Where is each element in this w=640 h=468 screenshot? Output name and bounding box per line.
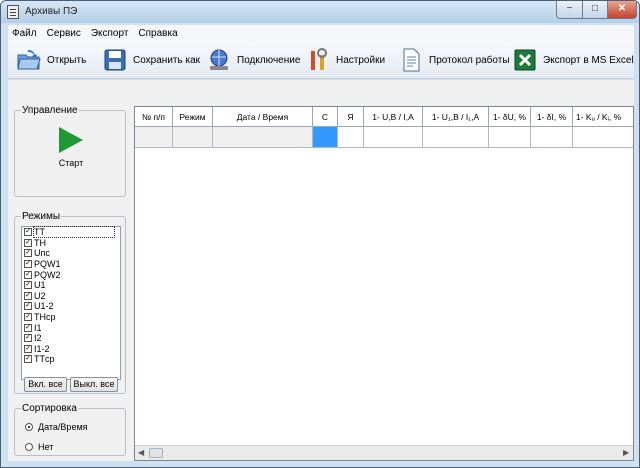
mode-item-i2[interactable]: ✓ I2 xyxy=(22,333,120,344)
checkbox-checked-icon[interactable]: ✓ xyxy=(24,355,32,364)
control-group-title: Управление xyxy=(21,105,79,116)
menu-bar: Файл Сервис Экспорт Справка xyxy=(8,25,634,41)
connect-label: Подключение xyxy=(237,54,301,66)
protocol-button[interactable]: Протокол работы xyxy=(398,46,510,74)
checkbox-checked-icon[interactable]: ✓ xyxy=(24,228,32,237)
mode-item-i1-2[interactable]: ✓ I1-2 xyxy=(22,344,120,355)
open-label: Открыть xyxy=(47,54,87,66)
settings-button[interactable]: Настройки xyxy=(305,46,385,74)
mode-item-u2[interactable]: ✓ U2 xyxy=(22,291,120,302)
checkbox-checked-icon[interactable]: ✓ xyxy=(24,323,32,332)
document-icon xyxy=(398,47,424,73)
mode-item-pqw2[interactable]: ✓ PQW2 xyxy=(22,269,120,280)
col-header-u-i[interactable]: 1- U,В / I,А xyxy=(364,107,423,127)
col-header-s[interactable]: С xyxy=(313,107,338,127)
mode-item-i1[interactable]: ✓ I1 xyxy=(22,322,120,333)
tools-icon xyxy=(305,47,331,73)
connection-icon xyxy=(206,47,232,73)
col-header-ya[interactable]: Я xyxy=(338,107,364,127)
col-header-di[interactable]: 1- δI, % xyxy=(531,107,573,127)
col-header-u1-i1[interactable]: 1- U₁,В / I₁,А xyxy=(423,107,489,127)
scroll-left-icon[interactable]: ◀ xyxy=(138,448,144,457)
close-button[interactable]: ✕ xyxy=(607,1,637,19)
main-area: Управление Старт Режимы ✓ ТТ ✓ ТН ✓ Uпс ✓ PQ… xyxy=(8,80,634,461)
excel-icon xyxy=(512,47,538,73)
excel-export-label: Экспорт в MS Excel xyxy=(543,54,634,66)
grid-cell[interactable] xyxy=(213,127,313,148)
checkbox-checked-icon[interactable]: ✓ xyxy=(24,302,32,311)
grid-cell[interactable] xyxy=(364,127,423,148)
save-as-label: Сохранить как xyxy=(133,54,201,66)
grid-cell[interactable] xyxy=(338,127,364,148)
grid-cell[interactable] xyxy=(135,127,173,148)
col-header-k[interactable]: 1- Kᵤ / Kᵢ, % xyxy=(573,107,633,127)
grid-cell[interactable] xyxy=(173,127,213,148)
checkbox-checked-icon[interactable]: ✓ xyxy=(24,291,32,300)
checkbox-checked-icon[interactable]: ✓ xyxy=(24,334,32,343)
mode-item-u1[interactable]: ✓ U1 xyxy=(22,280,120,291)
data-grid[interactable]: № п/п Режим Дата / Время С Я 1- U,В / I,… xyxy=(134,106,634,461)
app-icon xyxy=(7,5,19,19)
floppy-disk-icon xyxy=(102,47,128,73)
title-bar[interactable]: Архивы ПЭ − □ ✕ xyxy=(1,1,639,23)
menu-export[interactable]: Экспорт xyxy=(91,28,129,39)
horizontal-scrollbar[interactable]: ◀ ▶ xyxy=(135,445,633,460)
window-title: Архивы ПЭ xyxy=(25,6,78,17)
grid-cell[interactable] xyxy=(489,127,531,148)
excel-export-button[interactable]: Экспорт в MS Excel xyxy=(512,46,634,74)
mode-item-tn[interactable]: ✓ ТН xyxy=(22,238,120,249)
control-group: Управление Старт xyxy=(14,105,127,197)
sort-none-radio[interactable]: Нет xyxy=(25,442,53,452)
play-icon[interactable] xyxy=(59,127,83,153)
settings-label: Настройки xyxy=(336,54,386,66)
open-button[interactable]: Открыть xyxy=(16,46,86,74)
checkbox-checked-icon[interactable]: ✓ xyxy=(24,281,32,290)
sort-group-title: Сортировка xyxy=(21,403,78,414)
mode-item-u1-2[interactable]: ✓ U1-2 xyxy=(22,301,120,312)
scroll-right-icon[interactable]: ▶ xyxy=(623,448,629,457)
grid-cell[interactable] xyxy=(531,127,573,148)
mode-item-ttsr[interactable]: ✓ TTср xyxy=(22,354,120,365)
col-header-du[interactable]: 1- δU, % xyxy=(489,107,531,127)
mode-item-thsr[interactable]: ✓ THср xyxy=(22,312,120,323)
connect-button[interactable]: Подключение xyxy=(206,46,300,74)
open-folder-icon xyxy=(16,47,42,73)
col-header-number[interactable]: № п/п xyxy=(135,107,173,127)
checkbox-checked-icon[interactable]: ✓ xyxy=(24,249,32,258)
checkbox-checked-icon[interactable]: ✓ xyxy=(24,313,32,322)
radio-unselected-icon[interactable] xyxy=(25,443,33,451)
mode-item-ups[interactable]: ✓ Uпс xyxy=(22,248,120,259)
modes-group: Режимы ✓ ТТ ✓ ТН ✓ Uпс ✓ PQW1 ✓ PQW2 ✓ U1 ✓ U2 … xyxy=(14,211,126,394)
menu-file[interactable]: Файл xyxy=(12,28,37,39)
checkbox-checked-icon[interactable]: ✓ xyxy=(24,344,32,353)
sort-group: Сортировка Дата/Время Нет xyxy=(14,403,126,456)
app-window: Архивы ПЭ − □ ✕ Файл Сервис Экспорт Спра… xyxy=(0,0,640,468)
maximize-button[interactable]: □ xyxy=(582,1,608,19)
checkbox-checked-icon[interactable]: ✓ xyxy=(24,270,32,279)
menu-help[interactable]: Справка xyxy=(138,28,177,39)
radio-selected-icon[interactable] xyxy=(25,423,33,431)
checkbox-checked-icon[interactable]: ✓ xyxy=(24,260,32,269)
protocol-label: Протокол работы xyxy=(429,54,510,66)
grid-cell-selected[interactable] xyxy=(313,127,338,148)
checkbox-checked-icon[interactable]: ✓ xyxy=(24,238,32,247)
grid-cell[interactable] xyxy=(423,127,489,148)
mode-item-pqw1[interactable]: ✓ PQW1 xyxy=(22,259,120,270)
mode-item-tt[interactable]: ✓ ТТ xyxy=(22,226,120,239)
toolbar: Открыть Сохранить как Подключение Настро… xyxy=(8,41,634,79)
modes-group-title: Режимы xyxy=(21,211,62,222)
col-header-datetime[interactable]: Дата / Время xyxy=(213,107,313,127)
menu-service[interactable]: Сервис xyxy=(47,28,81,39)
start-label[interactable]: Старт xyxy=(15,158,127,168)
col-header-mode[interactable]: Режим xyxy=(173,107,213,127)
minimize-button[interactable]: − xyxy=(556,1,583,19)
sort-date-radio[interactable]: Дата/Время xyxy=(25,422,88,432)
select-all-button[interactable]: Вкл. все xyxy=(24,377,67,392)
modes-checklist: ✓ ТТ ✓ ТН ✓ Uпс ✓ PQW1 ✓ PQW2 ✓ U1 ✓ U2 ✓ U1-2 ✓… xyxy=(21,226,121,380)
save-as-button[interactable]: Сохранить как xyxy=(102,46,200,74)
grid-cell[interactable] xyxy=(573,127,633,148)
deselect-all-button[interactable]: Выкл. все xyxy=(70,377,118,392)
scroll-thumb[interactable] xyxy=(149,448,163,458)
